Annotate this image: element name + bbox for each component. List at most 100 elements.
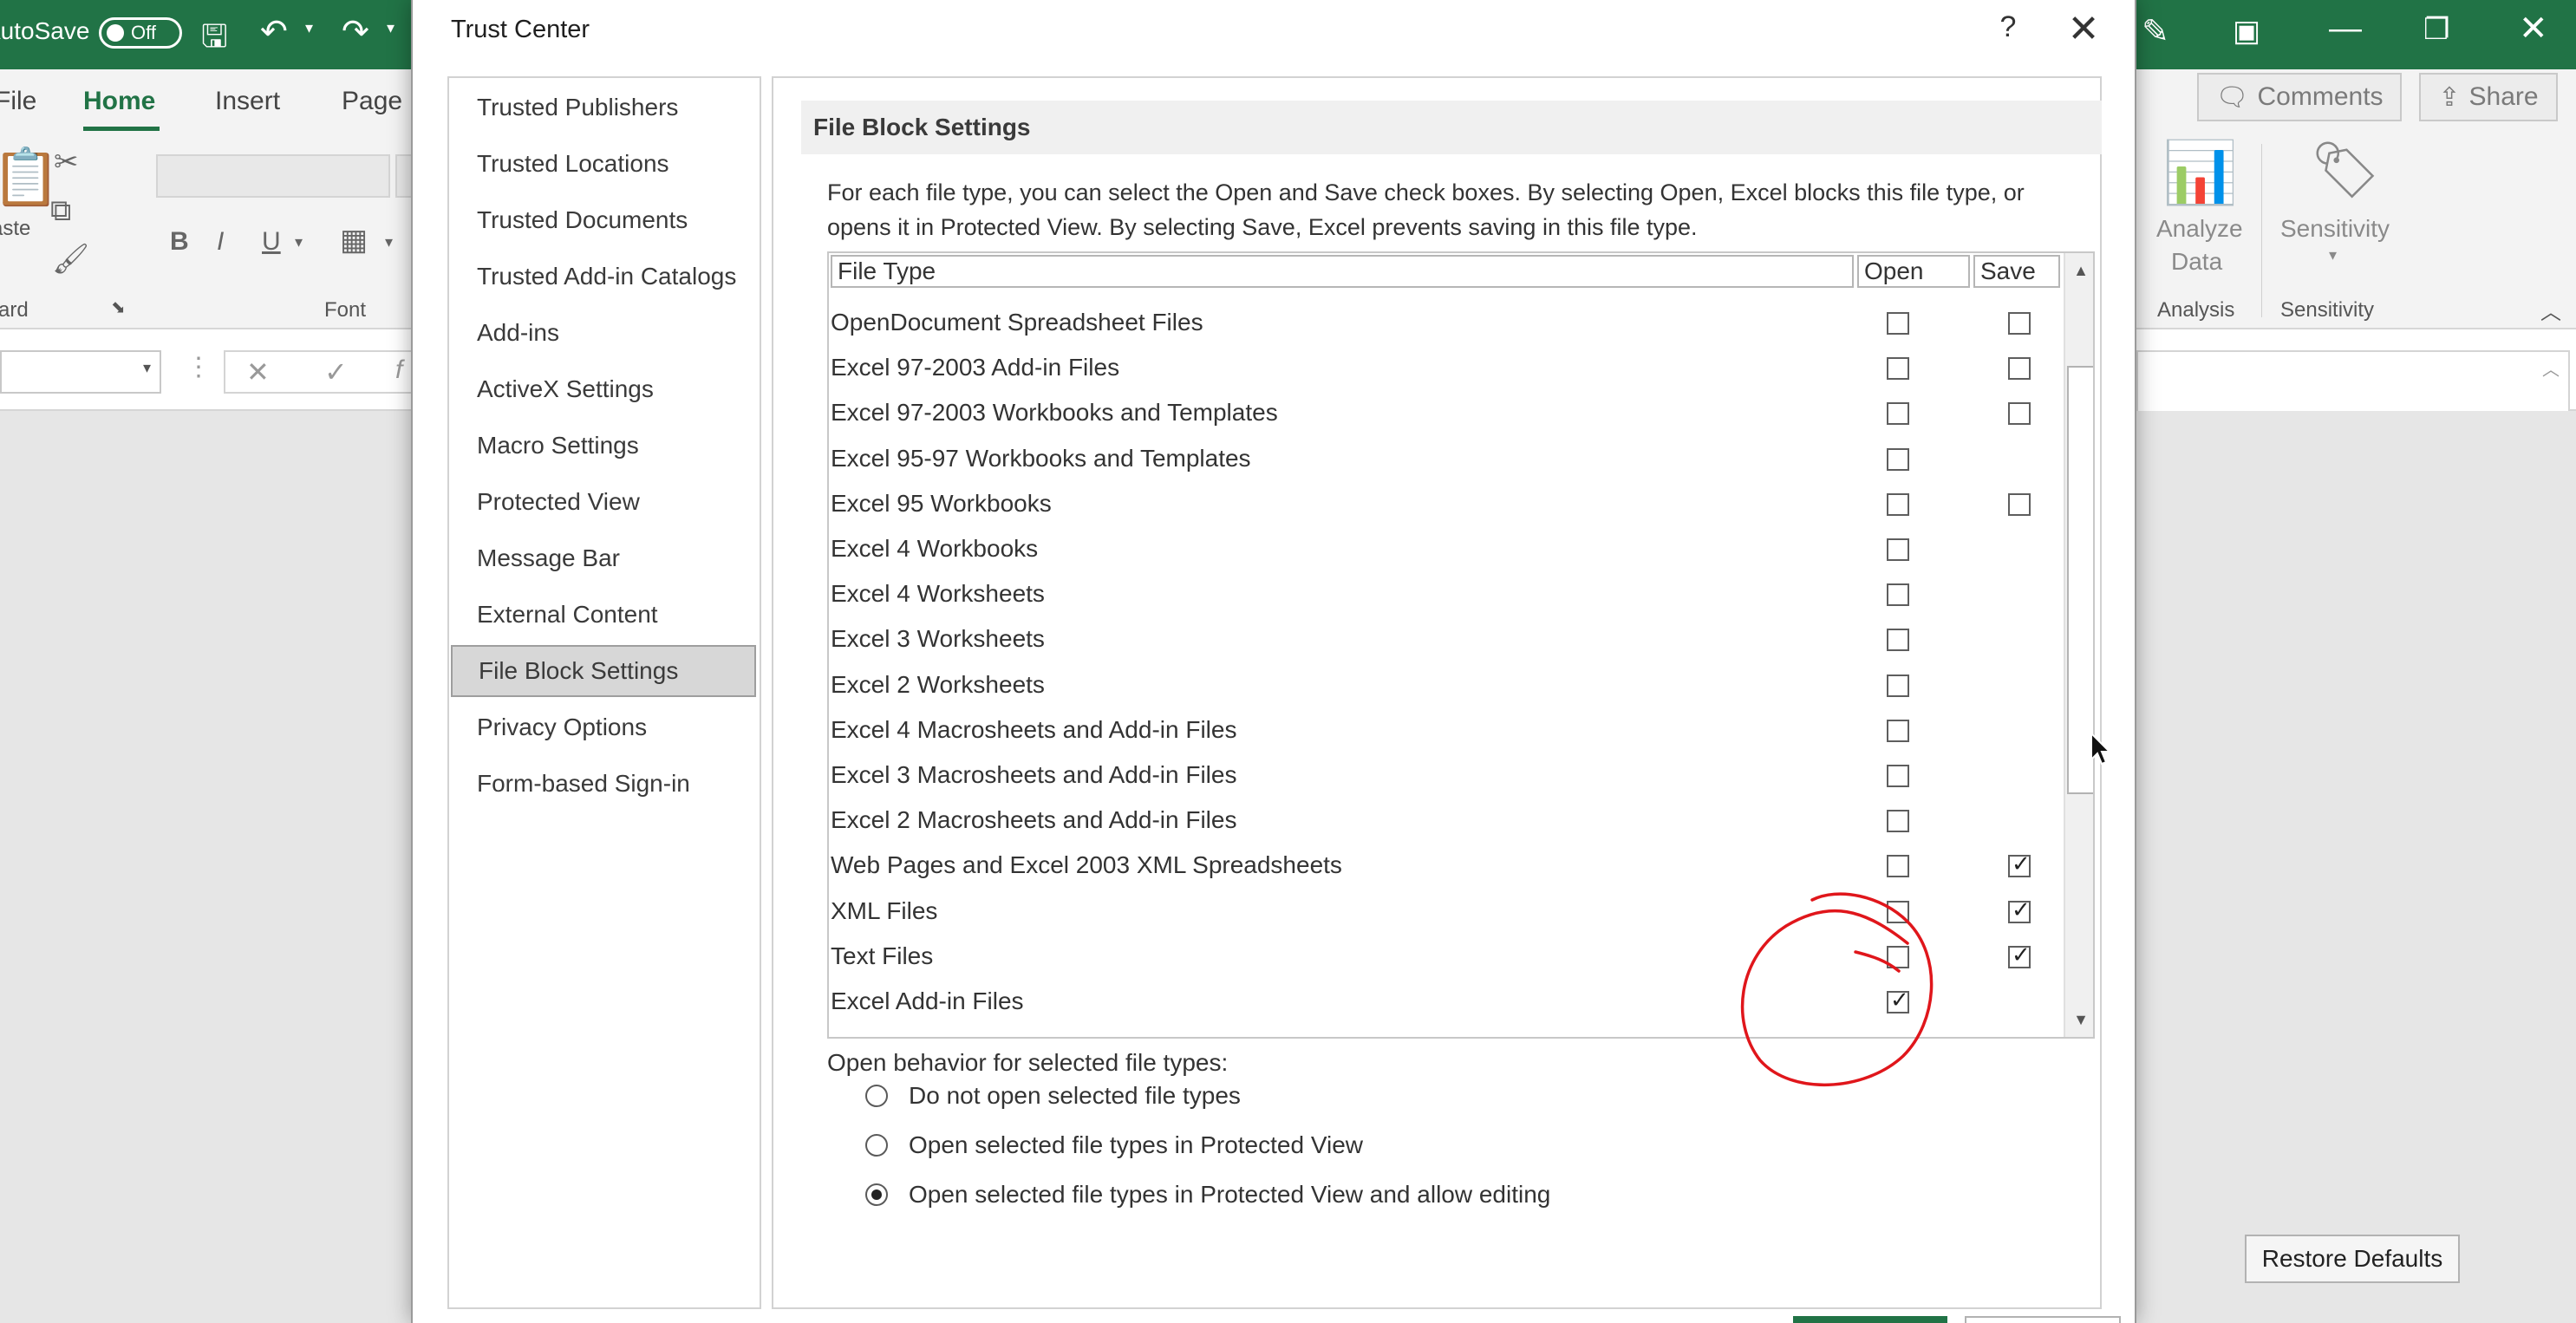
open-checkbox[interactable] [1887,675,1909,697]
column-header-file-type[interactable]: File Type [831,255,1854,288]
open-checkbox[interactable] [1887,946,1909,968]
enter-formula-icon[interactable]: ✓ [324,355,348,388]
sensitivity-icon[interactable]: 🏷 [2310,142,2380,198]
help-button[interactable]: ? [1991,10,2025,44]
ok-button[interactable] [1793,1316,1947,1323]
file-type-label: Web Pages and Excel 2003 XML Spreadsheet… [831,851,1342,878]
radio-button-selected[interactable] [865,1183,888,1206]
share-button[interactable]: ⇪ Share [2419,73,2558,121]
open-checkbox[interactable] [1887,720,1909,742]
clipboard-launcher-icon[interactable]: ⬊ [111,297,126,318]
nav-trusted-publishers[interactable]: Trusted Publishers [451,81,756,134]
italic-button[interactable]: I [217,229,224,255]
autosave-toggle[interactable]: Off [99,17,182,49]
borders-dropdown-icon[interactable]: ▾ [385,234,393,250]
open-checkbox[interactable] [1887,901,1909,923]
nav-trusted-locations[interactable]: Trusted Locations [451,138,756,190]
radio-open-protected-view[interactable]: Open selected file types in Protected Vi… [865,1126,1363,1164]
open-checkbox[interactable] [1887,448,1909,471]
nav-add-ins[interactable]: Add-ins [451,307,756,359]
analyze-data-label-1[interactable]: Analyze [2156,215,2243,243]
cancel-formula-icon[interactable]: ✕ [246,355,270,388]
scroll-down-arrow-icon[interactable]: ▼ [2065,1002,2093,1037]
open-checkbox[interactable] [1887,493,1909,516]
save-checkbox[interactable] [2008,897,2031,923]
minimize-icon[interactable]: — [2329,10,2362,48]
font-name-box[interactable] [156,154,390,198]
tab-file[interactable]: File [0,87,36,116]
open-checkbox[interactable] [1887,810,1909,832]
mouse-cursor-icon [2090,732,2110,766]
ribbon-display-icon[interactable]: ▣ [2233,14,2260,49]
tab-home[interactable]: Home [83,87,155,116]
format-painter-icon[interactable]: 🖌 [52,244,89,274]
nav-form-based-sign-in[interactable]: Form-based Sign-in [451,758,756,810]
save-checkbox[interactable] [2008,312,2031,335]
scrollbar-thumb[interactable] [2067,366,2093,794]
radio-open-protected-view-allow-editing[interactable]: Open selected file types in Protected Vi… [865,1176,1550,1214]
sensitivity-button-label[interactable]: Sensitivity [2280,215,2390,243]
save-checkbox[interactable] [2008,493,2031,516]
nav-activex-settings[interactable]: ActiveX Settings [451,363,756,415]
cut-icon[interactable]: ✂ [54,147,79,177]
open-checkbox[interactable] [1887,538,1909,561]
insert-function-icon[interactable]: f [395,355,402,385]
window-close-icon[interactable]: ✕ [2519,9,2548,49]
nav-macro-settings[interactable]: Macro Settings [451,420,756,472]
cancel-button[interactable] [1965,1316,2121,1323]
undo-icon[interactable]: ↶ [260,12,288,51]
copy-icon[interactable]: ⧉ [50,196,71,225]
save-checkbox[interactable] [2008,357,2031,380]
save-checkbox[interactable] [2008,402,2031,425]
column-header-open[interactable]: Open [1857,255,1970,288]
table-row: Excel Add-in Files [829,982,2060,1027]
nav-external-content[interactable]: External Content [451,589,756,641]
radio-do-not-open[interactable]: Do not open selected file types [865,1077,1241,1115]
open-checkbox[interactable] [1887,855,1909,877]
file-type-label: Text Files [831,942,934,969]
restore-defaults-button[interactable]: Restore Defaults [2245,1235,2460,1283]
tab-insert[interactable]: Insert [215,87,280,116]
open-checkbox[interactable] [1887,987,1909,1013]
sensitivity-dropdown-icon[interactable]: ▾ [2329,246,2337,264]
nav-trusted-add-in-catalogs[interactable]: Trusted Add-in Catalogs [451,251,756,303]
open-checkbox[interactable] [1887,583,1909,606]
redo-icon[interactable]: ↷ [342,12,369,51]
column-header-save[interactable]: Save [1973,255,2060,288]
open-checkbox[interactable] [1887,402,1909,425]
nav-trusted-documents[interactable]: Trusted Documents [451,194,756,246]
pen-icon[interactable]: ✎ [2142,12,2169,51]
name-box[interactable]: ▾ [0,350,161,394]
nav-protected-view[interactable]: Protected View [451,476,756,528]
borders-icon[interactable]: ▦ [340,225,368,255]
name-box-dropdown-icon[interactable]: ▾ [143,359,151,377]
restore-icon[interactable]: ❐ [2423,12,2449,47]
radio-button[interactable] [865,1085,888,1107]
open-checkbox[interactable] [1887,629,1909,651]
comments-button[interactable]: 🗨 Comments [2197,73,2402,121]
analyze-data-label-2[interactable]: Data [2171,248,2222,276]
underline-dropdown-icon[interactable]: ▾ [295,234,303,250]
redo-dropdown-icon[interactable]: ▾ [387,19,395,37]
nav-privacy-options[interactable]: Privacy Options [451,701,756,753]
nav-message-bar[interactable]: Message Bar [451,532,756,584]
formula-bar-handle-icon[interactable]: ⋮ [186,352,212,382]
analyze-data-icon[interactable]: 📊 [2162,142,2238,203]
open-checkbox[interactable] [1887,357,1909,380]
save-checkbox[interactable] [2008,942,2031,968]
formula-expand-icon[interactable]: ︿ [2542,355,2560,381]
undo-dropdown-icon[interactable]: ▾ [305,19,313,37]
dialog-title: Trust Center [451,16,590,43]
save-checkbox[interactable] [2008,851,2031,877]
save-icon[interactable]: 🖫 [201,14,228,67]
vertical-scrollbar[interactable]: ▲ ▼ [2064,253,2093,1037]
bold-button[interactable]: B [170,229,189,255]
scroll-up-arrow-icon[interactable]: ▲ [2065,253,2093,288]
open-checkbox[interactable] [1887,312,1909,335]
underline-button[interactable]: U [262,229,281,255]
open-checkbox[interactable] [1887,765,1909,787]
close-dialog-icon[interactable]: ✕ [2062,7,2105,51]
radio-button[interactable] [865,1134,888,1157]
collapse-ribbon-icon[interactable]: ︿ [2540,295,2561,325]
nav-file-block-settings[interactable]: File Block Settings [451,645,756,697]
